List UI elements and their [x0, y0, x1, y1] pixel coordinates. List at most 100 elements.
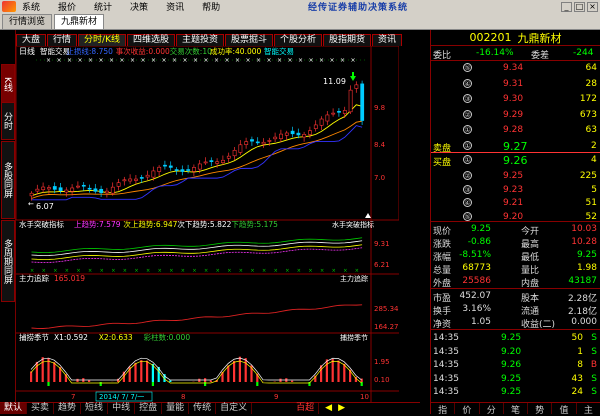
tick-row[interactable]: 14:35 9.25 24 S: [431, 386, 600, 399]
candlesticks: [30, 81, 364, 201]
order-volume: 64: [586, 63, 597, 73]
tab-stock-analysis[interactable]: 个股分析: [274, 34, 322, 46]
quote-tab[interactable]: 价: [455, 403, 479, 414]
btab-default[interactable]: 默认: [0, 403, 27, 414]
btab-custom[interactable]: 自定义: [216, 403, 252, 414]
stats-row: 外盘25586内盘43187: [431, 275, 600, 288]
tab-intraday-kline[interactable]: 分时/K线: [78, 34, 126, 46]
trend-mark: ×: [181, 268, 185, 274]
fundamental-row: 市盈 452.07 股本 2.28亿: [431, 290, 600, 303]
quote-tab[interactable]: 主: [577, 403, 600, 414]
menu-item-stats[interactable]: 统计: [94, 0, 112, 13]
scroll-left-icon[interactable]: ◀: [325, 403, 332, 414]
left-tab-multi-period[interactable]: 多周期同屏: [1, 220, 15, 302]
shou-panel-title: 水手突破指标: [19, 219, 64, 229]
quote-tab[interactable]: 值: [552, 403, 576, 414]
chart-svg[interactable]: 日线 智能交易止损线:8.750事次收益:0.000交易次数:10成功率:40.…: [16, 46, 399, 402]
left-tab-multi-stock[interactable]: 多股同屏: [1, 141, 15, 219]
level-icon: ③: [463, 185, 472, 194]
app-title: 经传证券辅助决策系统: [308, 0, 408, 13]
menu-item-system[interactable]: 系统: [22, 0, 40, 13]
quote-tab[interactable]: 指: [431, 403, 455, 414]
period-label: 日线: [19, 46, 35, 56]
trend-mark: ×: [239, 268, 243, 274]
indicator-label: 事次收益:0.000: [116, 46, 170, 56]
minimize-button[interactable]: _: [561, 2, 572, 12]
candle-body: [274, 137, 277, 139]
zhuli-tick-1: 285.34: [374, 305, 399, 313]
signal-mark: ×: [298, 57, 303, 64]
menu-item-news[interactable]: 资讯: [166, 0, 184, 13]
level-icon: ⑤: [463, 212, 472, 221]
buhuo-bar: [337, 361, 339, 382]
tab-theme-invest[interactable]: 主题投资: [176, 34, 224, 46]
menu-item-decision[interactable]: 决策: [130, 0, 148, 13]
scroll-right-icon[interactable]: ▶: [338, 403, 345, 414]
left-tab-intraday[interactable]: 分时: [1, 102, 15, 140]
candle-body: [250, 140, 253, 142]
btab-mid[interactable]: 中线: [108, 403, 135, 414]
order-price: 9.34: [503, 63, 523, 73]
tab-market-index[interactable]: 大盘: [16, 34, 46, 46]
candle-body: [47, 187, 50, 188]
page-tab-market[interactable]: 行情浏览: [2, 14, 52, 29]
stat-value: 68773: [462, 263, 491, 273]
btab-volume[interactable]: 量能: [162, 403, 189, 414]
buhuo-tick-1: 1.95: [374, 358, 390, 366]
close-button[interactable]: ×: [587, 2, 598, 12]
menu-item-help[interactable]: 帮助: [202, 0, 220, 13]
left-tab-kline[interactable]: K线: [1, 64, 15, 104]
candle-body: [343, 110, 346, 113]
btab-buysell[interactable]: 买卖: [27, 403, 54, 414]
level-icon: ④: [463, 79, 472, 88]
tick-flag: B: [591, 360, 597, 370]
candle-body: [227, 156, 230, 158]
tab-news[interactable]: 资讯: [372, 34, 402, 46]
indicator-label: 成功率:40.000: [210, 46, 261, 56]
btab-control[interactable]: 控盘: [135, 403, 162, 414]
buhuo-labels: X1:0.592X2:0.633彩柱数:0.000: [54, 332, 190, 342]
signal-mark: ×: [235, 57, 240, 64]
order-price: 9.21: [503, 198, 523, 208]
tick-volume: 1: [577, 347, 583, 357]
maximize-button[interactable]: □: [574, 2, 585, 12]
candle-body: [88, 188, 91, 189]
btab-classic[interactable]: 传统: [189, 403, 216, 414]
tab-quotes[interactable]: 行情: [47, 34, 77, 46]
chart-area[interactable]: 日线 智能交易止损线:8.750事次收益:0.000交易次数:10成功率:40.…: [16, 46, 399, 402]
tick-time: 14:35: [433, 374, 459, 384]
tick-price: 9.25: [501, 374, 521, 384]
btab-extra[interactable]: 百超: [292, 403, 319, 414]
btab-trend[interactable]: 趋势: [54, 403, 81, 414]
quote-tab[interactable]: 势: [528, 403, 552, 414]
tick-row[interactable]: 14:35 9.25 43 S: [431, 373, 600, 386]
menu-item-quote[interactable]: 报价: [58, 0, 76, 13]
order-volume: 673: [580, 110, 597, 120]
page-tab-stock[interactable]: 九鼎新材: [54, 14, 104, 29]
stat-value: 9.25: [577, 250, 597, 260]
window-controls: _ □ ×: [561, 2, 598, 12]
candle-body: [30, 193, 33, 196]
tab-index-futures[interactable]: 股指期货: [323, 34, 371, 46]
candle-body: [42, 187, 45, 190]
buhuo-bars: [30, 357, 363, 386]
tick-row[interactable]: 14:35 9.25 50 S: [431, 332, 600, 345]
quote-panel: 002201 九鼎新材 委比 -16.14% 委差 -244 ⑤ 9.34 64…: [430, 30, 600, 414]
low-price-label: 6.07: [36, 202, 54, 211]
candle-body: [314, 125, 317, 129]
x-tick-3: 8: [181, 393, 185, 401]
tick-row[interactable]: 14:35 9.26 8 B: [431, 359, 600, 372]
level-icon: ①: [463, 125, 472, 134]
tab-4d-picker[interactable]: 四维选股: [127, 34, 175, 46]
zhuli-tick-2: 164.27: [374, 323, 399, 331]
tick-row[interactable]: 14:35 9.20 1 S: [431, 346, 600, 359]
signal-mark: ×: [193, 57, 198, 64]
trend-mark: ×: [262, 268, 266, 274]
indicator-label: 止损线:8.750: [66, 46, 113, 56]
quote-tab[interactable]: 笔: [504, 403, 528, 414]
btab-short[interactable]: 短线: [81, 403, 108, 414]
tab-stock-dig[interactable]: 股票掘斗: [225, 34, 273, 46]
candle-body: [100, 189, 103, 192]
stat-value: 25586: [462, 276, 491, 286]
quote-tab[interactable]: 分: [480, 403, 504, 414]
